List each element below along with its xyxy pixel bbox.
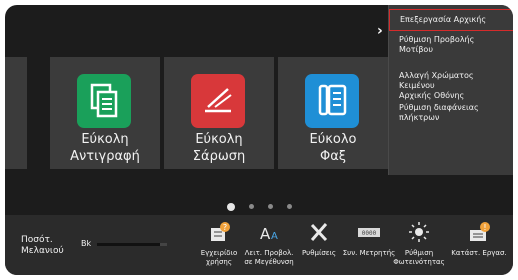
bottom-bar: Ποσότ. Μελανιού Bk ? Εγχειρίδιο χρήσης A…: [5, 215, 513, 275]
menu-item-label-line2: Αρχικής Οθόνης: [399, 91, 465, 100]
tile-label-line1: Εύκολη: [81, 132, 129, 147]
menu-item-label-line1: Ρύθμιση Προβολής: [399, 35, 475, 44]
tile-label-line2: Σάρωση: [192, 149, 246, 164]
tile-label-line2: Αντιγραφή: [70, 149, 140, 164]
menu-item-text-color[interactable]: Αλλαγή Χρώματος Κειμένου Αρχικής Οθόνης: [389, 71, 513, 101]
manual-label-line2: χρήσης: [206, 258, 232, 266]
toner-level-fill: [97, 243, 160, 246]
toner-label-line1: Ποσότ.: [21, 235, 53, 245]
settings-button[interactable]: Ρυθμίσεις: [291, 219, 347, 258]
page-dot[interactable]: [248, 204, 254, 209]
tile-label-line2: Φαξ: [319, 149, 347, 164]
page-indicator: [5, 196, 513, 215]
svg-text:!: !: [483, 223, 486, 232]
settings-icon: [306, 219, 332, 245]
menu-item-pattern-view[interactable]: Ρύθμιση Προβολής Μοτίβου: [389, 35, 513, 55]
copy-icon: [77, 74, 131, 128]
scan-icon: [191, 74, 245, 128]
toner-color-label: Bk: [81, 239, 92, 248]
page-dot[interactable]: [226, 202, 235, 211]
tile-easy-copy[interactable]: Εύκολη Αντιγραφή: [50, 57, 160, 169]
menu-item-label-line1: Ρύθμιση διαφάνειας: [399, 103, 479, 112]
counter-button[interactable]: 0000 Συν. Μετρητής: [341, 219, 397, 258]
home-options-menu: Επεξεργασία Αρχικής Ρύθμιση Προβολής Μοτ…: [388, 5, 513, 175]
menu-item-label: Επεξεργασία Αρχικής: [400, 15, 487, 24]
page-dot[interactable]: [267, 204, 273, 209]
counter-icon: 0000: [356, 219, 382, 245]
zoom-view-label-line1: Λειτ. Προβολ.: [244, 249, 294, 257]
brightness-icon: [406, 219, 432, 245]
toner-label: Ποσότ. Μελανιού: [21, 235, 71, 257]
tile-easy-scan[interactable]: Εύκολη Σάρωση: [164, 57, 274, 169]
manual-label-line1: Εγχειρίδιο: [200, 249, 238, 257]
svg-text:A: A: [260, 225, 271, 243]
menu-item-edit-home[interactable]: Επεξεργασία Αρχικής: [389, 9, 513, 31]
tile-easy-fax[interactable]: Εύκολο Φαξ: [278, 57, 388, 169]
settings-label: Ρυθμίσεις: [301, 249, 337, 257]
tile-label-line1: Εύκολο: [309, 132, 357, 147]
toner-level-bar: [97, 243, 167, 246]
tile-partial-left[interactable]: [5, 57, 27, 169]
counter-label: Συν. Μετρητής: [342, 249, 396, 257]
svg-text:0000: 0000: [362, 230, 377, 237]
menu-item-label-line2: Μοτίβου: [399, 45, 433, 54]
svg-text:?: ?: [223, 223, 227, 232]
fax-icon: [305, 74, 359, 128]
svg-text:A: A: [271, 231, 278, 242]
manual-button[interactable]: ? Εγχειρίδιο χρήσης: [191, 219, 247, 267]
brightness-button[interactable]: Ρύθμιση Φωτεινότητας: [391, 219, 447, 267]
zoom-view-label-line2: σε Μεγέθυνση: [244, 258, 294, 266]
brightness-label-line1: Ρύθμιση: [404, 249, 434, 257]
zoom-text-icon: A A: [256, 219, 282, 245]
home-screen: Εύκολη Αντιγραφή Εύκολη Σάρωση Εύκολο Φα…: [5, 5, 513, 275]
tile-label-line1: Εύκολη: [195, 132, 243, 147]
menu-item-key-transparency[interactable]: Ρύθμιση διαφάνειας πλήκτρων: [389, 103, 513, 123]
menu-item-label-line1: Αλλαγή Χρώματος Κειμένου: [399, 71, 474, 90]
job-status-label: Κατάστ. Εργασ.: [451, 249, 507, 257]
page-dot[interactable]: [286, 204, 292, 209]
menu-expand-arrow-icon[interactable]: ›: [377, 23, 383, 39]
zoom-view-button[interactable]: A A Λειτ. Προβολ. σε Μεγέθυνση: [241, 219, 297, 267]
job-status-button[interactable]: ! Κατάστ. Εργασ.: [451, 219, 507, 258]
menu-item-label-line2: πλήκτρων: [399, 113, 440, 122]
toner-label-line2: Μελανιού: [21, 246, 64, 256]
brightness-label-line2: Φωτεινότητας: [393, 258, 445, 266]
manual-icon: ?: [206, 219, 232, 245]
job-status-icon: !: [466, 219, 492, 245]
